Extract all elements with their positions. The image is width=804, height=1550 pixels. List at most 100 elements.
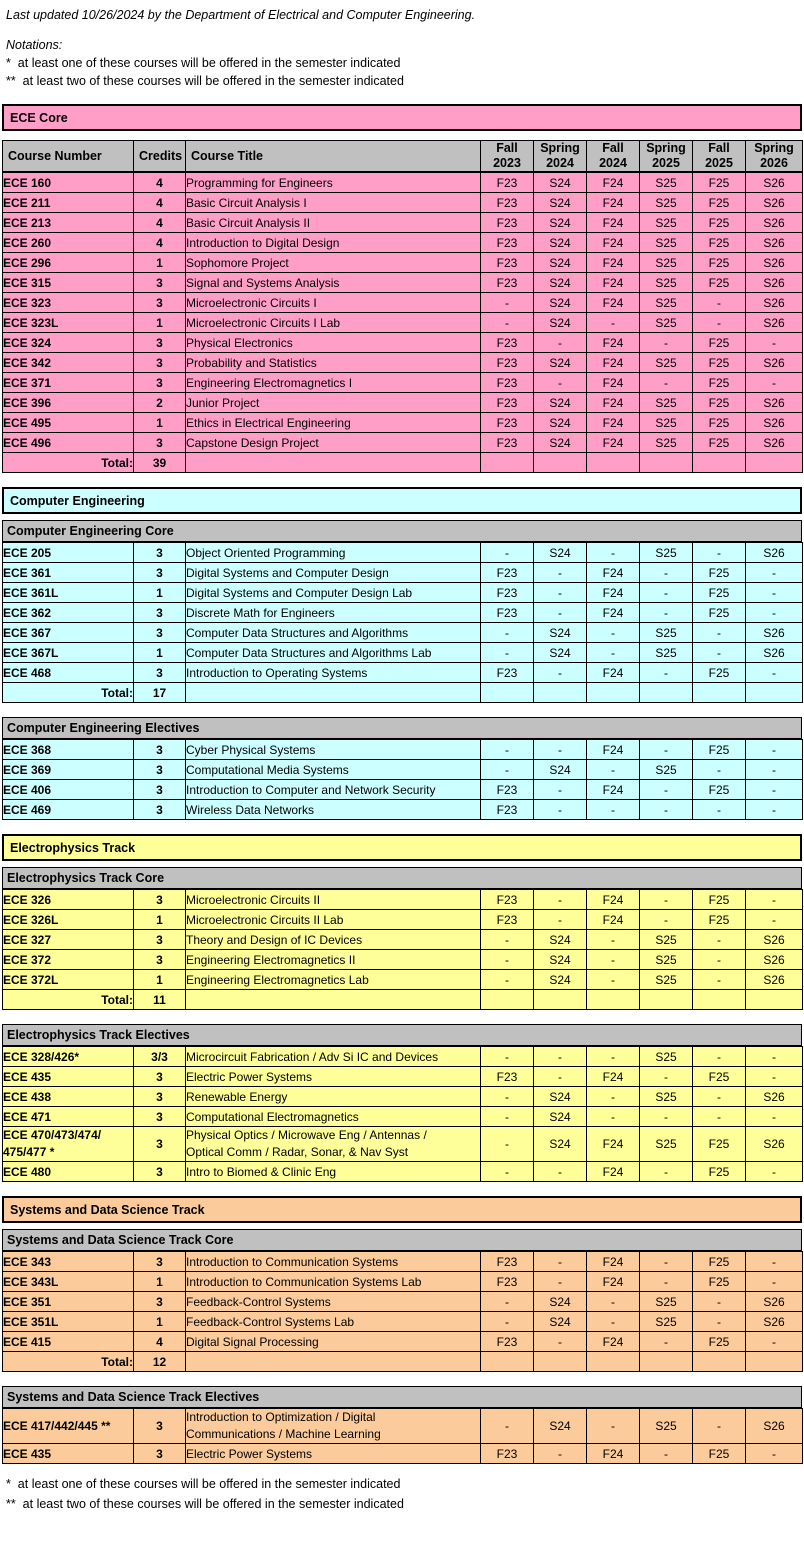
cell-course-title: Introduction to Computer and Network Sec… [185,779,481,800]
cell-course-title: Basic Circuit Analysis II [185,212,481,233]
cell-semester-3: - [586,1311,640,1332]
cell-semester-2: S24 [533,1126,587,1162]
cell-credits: 4 [133,232,186,253]
cell-course-number: ECE 369 [2,759,134,780]
table-row: ECE 362 3 Discrete Math for Engineers F23- F… [2,602,803,623]
cell-credits: 1 [133,909,186,930]
cell-semester-3: F24 [586,1161,640,1182]
cell-credits: 3 [133,562,186,583]
cell-semester-5: F25 [692,1251,746,1272]
cell-course-title: Wireless Data Networks [185,799,481,820]
cell-semester-1: - [480,949,534,970]
cell-semester-3: F24 [586,432,640,453]
cell-course-title: Feedback-Control Systems Lab [185,1311,481,1332]
cell-course-number: ECE 326L [2,909,134,930]
cell-semester-1: F23 [480,232,534,253]
cell-semester-6: - [745,1161,803,1182]
cell-course-number: ECE 415 [2,1331,134,1352]
cell-semester-4: S25 [639,1311,693,1332]
cell-semester-6: S26 [745,392,803,413]
cell-semester-6: S26 [745,432,803,453]
cell-course-title: Signal and Systems Analysis [185,272,481,293]
cell-semester-6: - [745,1046,803,1067]
cell-semester-6: S26 [745,642,803,663]
table-row: ECE 351L 1 Feedback-Control Systems Lab - S2… [2,1311,803,1332]
cell-semester-6: S26 [745,412,803,433]
cell-semester-6: - [745,372,803,393]
banner-gap [0,131,804,140]
table-row: ECE 369 3 Computational Media Systems - S24-… [2,759,803,780]
cell-credits: 1 [133,582,186,603]
cell-semester-4: S25 [639,392,693,413]
header-notes: Last updated 10/26/2024 by the Departmen… [0,0,804,90]
cell-course-number: ECE 368 [2,739,134,760]
cell-semester-4: S25 [639,312,693,333]
table-total-row: Total: 39 [2,452,803,473]
cell-course-title: Engineering Electromagnetics I [185,372,481,393]
cell-semester-3: F24 [586,1271,640,1292]
cell-semester-6: S26 [745,1126,803,1162]
cell-course-number: ECE 438 [2,1086,134,1107]
cell-semester-5: F25 [692,582,746,603]
cell-semester-2: S24 [533,642,587,663]
cell-semester-4: S25 [639,1086,693,1107]
cell-semester-1: F23 [480,272,534,293]
cell-semester-6: S26 [745,212,803,233]
cell-course-title: Introduction to Operating Systems [185,662,481,683]
cell-semester-1: F23 [480,352,534,373]
cell-course-number: ECE 417/442/445 ** [2,1408,134,1444]
column-header-row: Course Number Credits Course Title Fall 2023… [2,140,803,172]
cell-semester-6: S26 [745,292,803,313]
cell-course-number: ECE 361 [2,562,134,583]
cell-semester-1: - [480,759,534,780]
cell-semester-5: - [692,1408,746,1444]
cell-semester-1: - [480,312,534,333]
cell-semester-5: F25 [692,332,746,353]
cell-total-semester-1 [480,682,534,703]
cell-semester-6: S26 [745,949,803,970]
cell-course-number: ECE 315 [2,272,134,293]
table-row: ECE 367L 1 Computer Data Structures and Al… [2,642,803,663]
course-schedule-page: Last updated 10/26/2024 by the Departmen… [0,0,804,1514]
cell-semester-5: F25 [692,909,746,930]
table-row: ECE 417/442/445 ** 3 Introduction to Optim… [2,1408,803,1444]
cell-total-credits: 17 [133,682,186,703]
cell-semester-6: S26 [745,252,803,273]
table-row: ECE 496 3 Capstone Design Project F23 S24 F24… [2,432,803,453]
cell-credits: 4 [133,192,186,213]
cell-credits: 3 [133,889,186,910]
cell-semester-3: - [586,312,640,333]
cell-credits: 3 [133,662,186,683]
cell-semester-4: S25 [639,969,693,990]
cell-semester-5: - [692,622,746,643]
cell-semester-4: S25 [639,212,693,233]
cell-course-title: Capstone Design Project [185,432,481,453]
cell-semester-5: F25 [692,432,746,453]
cell-semester-3: F24 [586,582,640,603]
cell-semester-6: - [745,1251,803,1272]
cell-semester-1: F23 [480,432,534,453]
cell-semester-1: F23 [480,252,534,273]
cell-semester-3: F24 [586,332,640,353]
cell-total-label: Total: [2,452,134,473]
cell-semester-2: - [533,1443,587,1464]
cell-total-semester-3 [586,989,640,1010]
cell-semester-1: F23 [480,1443,534,1464]
cell-semester-2: S24 [533,392,587,413]
cell-course-title: Sophomore Project [185,252,481,273]
table-row: ECE 211 4 Basic Circuit Analysis I F23 S24 F2… [2,192,803,213]
cell-semester-6: - [745,909,803,930]
cell-semester-4: S25 [639,642,693,663]
cell-semester-6: S26 [745,232,803,253]
cell-course-title: Discrete Math for Engineers [185,602,481,623]
subsection-gap [0,703,804,717]
table-row: ECE 315 3 Signal and Systems Analysis F23 S2… [2,272,803,293]
cell-semester-6: S26 [745,1311,803,1332]
cell-semester-5: F25 [692,1161,746,1182]
table-row: ECE 296 1 Sophomore Project F23 S24 F24 S25 F25… [2,252,803,273]
col-header-semester-5: Fall 2025 [692,140,746,172]
cell-semester-2: - [533,582,587,603]
cell-credits: 3 [133,1161,186,1182]
cell-course-number: ECE 469 [2,799,134,820]
cell-total-blank [185,1351,481,1372]
